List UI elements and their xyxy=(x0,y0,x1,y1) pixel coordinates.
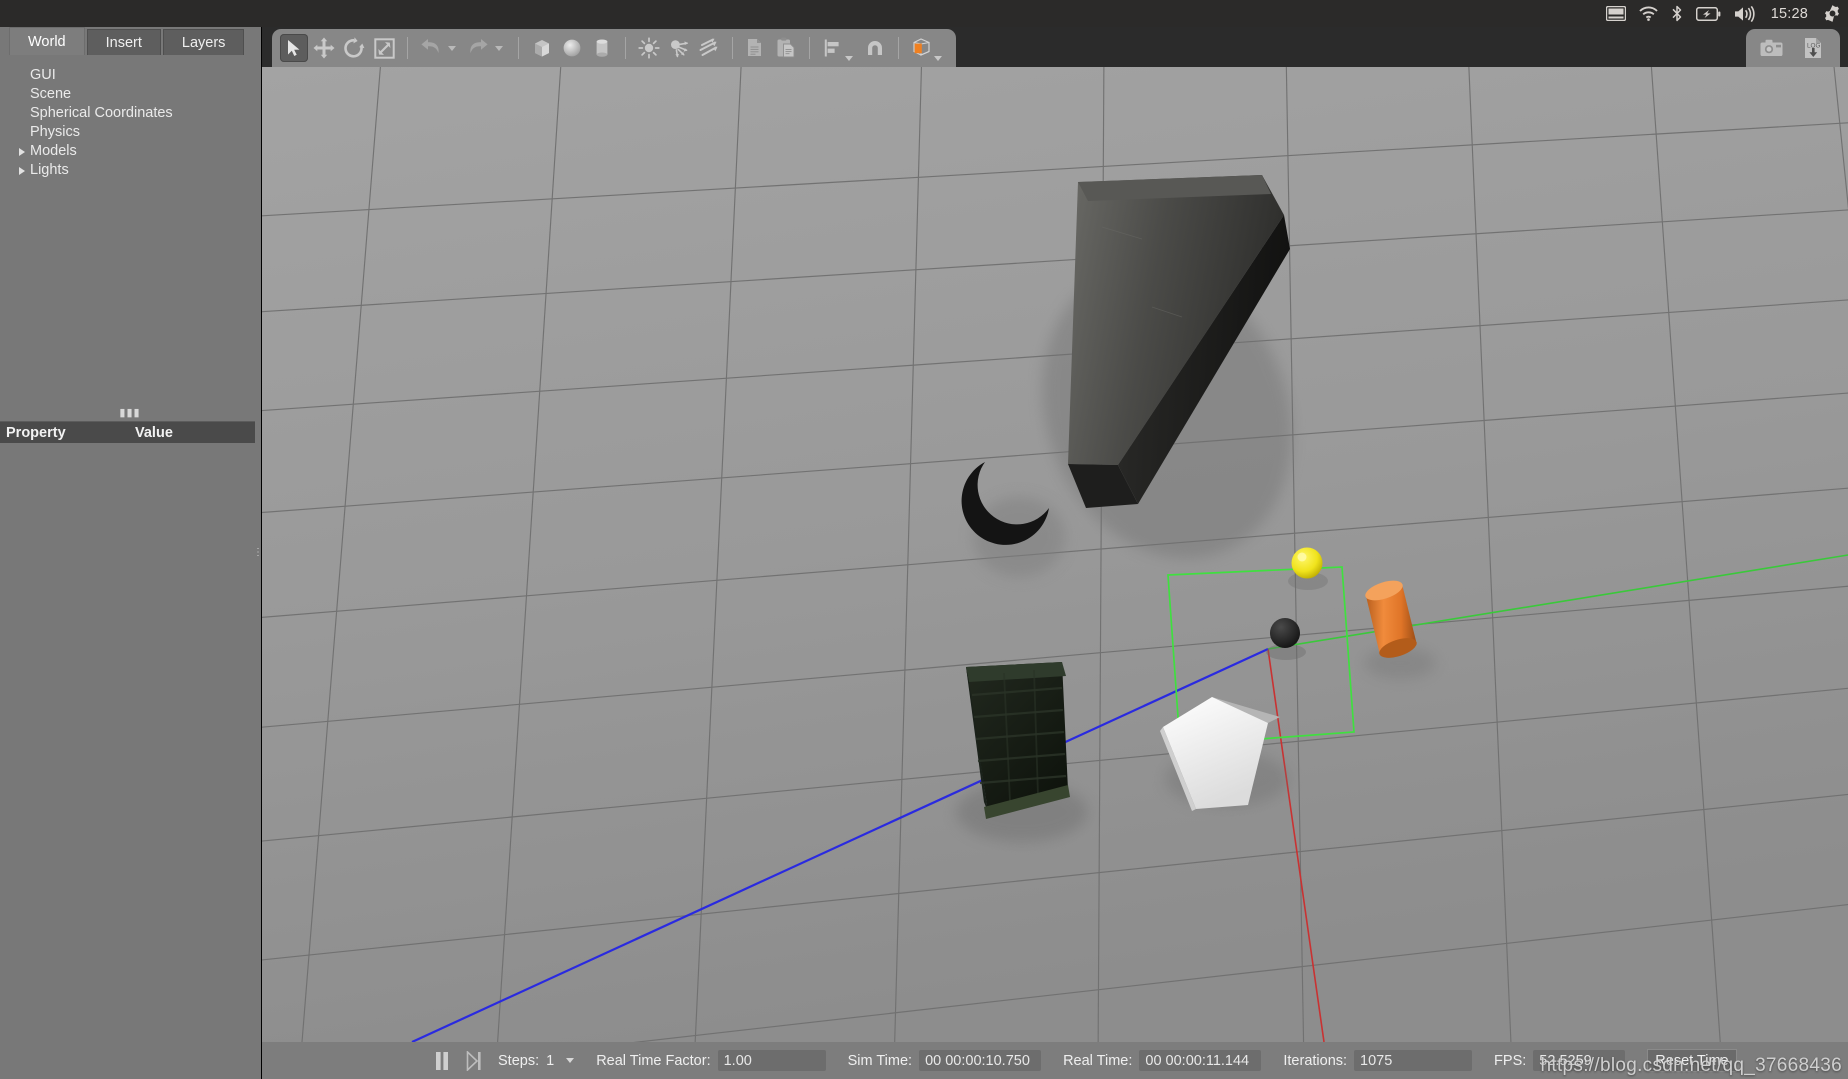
chevron-right-icon[interactable] xyxy=(19,147,25,156)
undo-history-caret-icon[interactable] xyxy=(448,45,456,51)
editor-toolbar: LOG xyxy=(262,27,1848,67)
screenshot-button[interactable] xyxy=(1758,34,1786,62)
world-tree: GUI Scene Spherical Coordinates Physics … xyxy=(9,55,260,180)
3d-viewport[interactable] xyxy=(262,67,1848,1042)
insert-cylinder-button[interactable] xyxy=(588,34,616,62)
gear-icon[interactable] xyxy=(1823,0,1842,27)
select-mode-button[interactable] xyxy=(280,34,308,62)
snap-button[interactable] xyxy=(861,34,889,62)
undo-button[interactable] xyxy=(417,34,445,62)
redo-history-caret-icon[interactable] xyxy=(495,45,503,51)
watermark-text: https://blog.csdn.net/qq_37668436 xyxy=(1540,1055,1842,1076)
toolbar-separator xyxy=(898,37,899,59)
tree-item-label: Scene xyxy=(30,86,72,102)
toolbar-separator xyxy=(518,37,519,59)
fps-label: FPS: xyxy=(1494,1052,1527,1069)
iterations-label: Iterations: xyxy=(1283,1052,1348,1069)
tree-item-label: Lights xyxy=(30,162,69,178)
toolbar-separator xyxy=(809,37,810,59)
copy-button[interactable] xyxy=(742,34,770,62)
steps-dropdown-caret-icon[interactable] xyxy=(566,1058,575,1063)
render-area: LOG Steps: 1 Real Time Factor: 1.00 Sim … xyxy=(262,27,1848,1079)
tab-layers[interactable]: Layers xyxy=(162,29,245,55)
view-color-options-caret-icon[interactable] xyxy=(934,56,942,61)
insert-box-button[interactable] xyxy=(528,34,556,62)
tree-item-lights[interactable]: Lights xyxy=(9,161,260,180)
insert-spot-light-button[interactable] xyxy=(665,34,693,62)
redo-button[interactable] xyxy=(464,34,492,62)
tree-item-gui[interactable]: GUI xyxy=(9,66,260,85)
insert-directional-light-button[interactable] xyxy=(695,34,723,62)
step-forward-icon[interactable] xyxy=(466,1050,482,1071)
grip-dots-icon: ▮▮▮ xyxy=(119,407,141,419)
scene-render xyxy=(262,67,1848,1042)
sim-time-label: Sim Time: xyxy=(847,1052,913,1069)
rotate-mode-button[interactable] xyxy=(340,34,368,62)
steps-value[interactable]: 1 xyxy=(546,1053,554,1069)
real-time-label: Real Time: xyxy=(1063,1052,1133,1069)
system-panel: 15:28 xyxy=(0,0,1848,27)
real-time-factor-label: Real Time Factor: xyxy=(596,1052,711,1069)
scale-mode-button[interactable] xyxy=(370,34,398,62)
toolbar-separator xyxy=(407,37,408,59)
property-table-header: Property Value xyxy=(0,421,258,443)
align-options-caret-icon[interactable] xyxy=(845,56,853,61)
insert-point-light-button[interactable] xyxy=(635,34,663,62)
view-color-button[interactable] xyxy=(908,34,936,62)
toolbar-left-group xyxy=(272,29,956,67)
vertical-splitter[interactable]: ⋮ xyxy=(253,27,263,1079)
paste-button[interactable] xyxy=(772,34,800,62)
tab-insert[interactable]: Insert xyxy=(86,29,161,55)
translate-mode-button[interactable] xyxy=(310,34,338,62)
tree-item-label: Models xyxy=(30,143,77,159)
system-clock[interactable]: 15:28 xyxy=(1769,6,1810,22)
panel-splitter-handle[interactable]: ▮▮▮ xyxy=(0,407,260,419)
align-button[interactable] xyxy=(819,34,847,62)
insert-sphere-button[interactable] xyxy=(558,34,586,62)
iterations-field: 1075 xyxy=(1354,1050,1473,1071)
tree-item-spherical-coordinates[interactable]: Spherical Coordinates xyxy=(9,104,260,123)
volume-icon[interactable] xyxy=(1734,0,1756,27)
tree-item-label: Physics xyxy=(30,124,80,140)
gazebo-window: 15:28 World Insert Layers GUI Scene Sphe… xyxy=(0,0,1848,1079)
wifi-icon[interactable] xyxy=(1639,0,1658,27)
real-time-factor-field: 1.00 xyxy=(717,1050,826,1071)
sim-time-field: 00 00:00:10.750 xyxy=(919,1050,1042,1071)
column-header-property: Property xyxy=(6,424,66,441)
tree-item-physics[interactable]: Physics xyxy=(9,123,260,142)
toolbar-right-group: LOG xyxy=(1746,29,1840,67)
tree-item-label: Spherical Coordinates xyxy=(30,105,173,121)
steps-label: Steps: xyxy=(498,1052,540,1069)
left-panel: World Insert Layers GUI Scene Spherical … xyxy=(0,27,260,1079)
tab-world[interactable]: World xyxy=(9,27,85,55)
tree-item-label: GUI xyxy=(30,67,56,83)
column-header-value: Value xyxy=(135,424,173,441)
real-time-field: 00 00:00:11.144 xyxy=(1139,1050,1262,1071)
panel-tabs: World Insert Layers xyxy=(0,27,260,55)
battery-charging-icon[interactable] xyxy=(1695,0,1721,27)
tree-item-scene[interactable]: Scene xyxy=(9,85,260,104)
log-record-button[interactable]: LOG xyxy=(1800,34,1828,62)
chevron-right-icon[interactable] xyxy=(19,166,25,175)
toolbar-separator xyxy=(625,37,626,59)
pause-icon[interactable] xyxy=(434,1051,450,1071)
toolbar-separator xyxy=(732,37,733,59)
keyboard-indicator-icon[interactable] xyxy=(1605,0,1626,27)
tree-item-models[interactable]: Models xyxy=(9,142,260,161)
bluetooth-icon[interactable] xyxy=(1671,0,1683,27)
